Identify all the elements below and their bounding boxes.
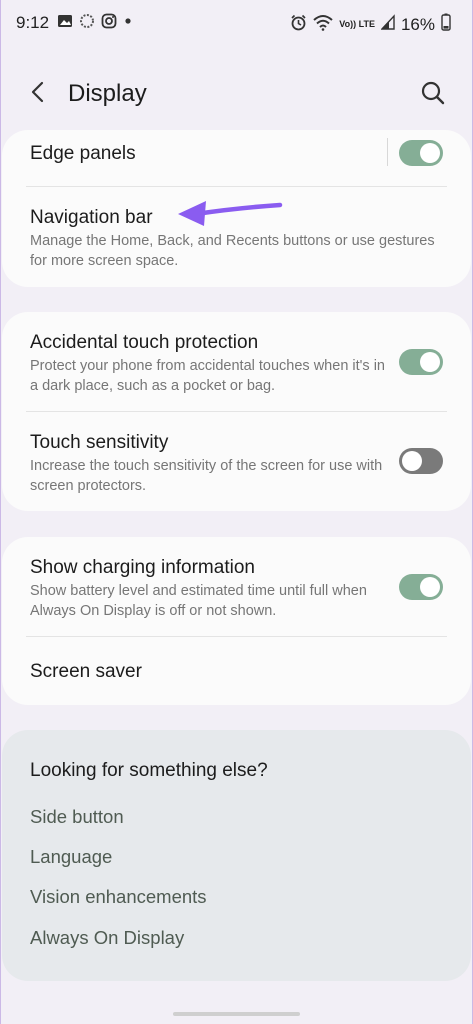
back-button[interactable] <box>24 78 52 106</box>
signal-icon <box>380 14 395 35</box>
charging-info-description: Show battery level and estimated time un… <box>30 583 367 619</box>
back-arrow-icon <box>31 81 44 103</box>
gallery-icon <box>57 13 73 34</box>
charging-info-toggle[interactable] <box>399 574 443 600</box>
suggestion-link-language[interactable]: Language <box>30 846 112 868</box>
touch-sensitivity-title: Touch sensitivity <box>30 432 169 453</box>
accidental-touch-row[interactable]: Accidental touch protection Protect your… <box>2 312 471 411</box>
touch-sensitivity-toggle[interactable] <box>399 448 443 474</box>
alarm-icon <box>290 14 307 36</box>
edge-panels-title: Edge panels <box>30 143 136 164</box>
page-title: Display <box>68 80 147 107</box>
suggestion-link-always-on-display[interactable]: Always On Display <box>30 927 184 949</box>
app-header: Display <box>0 60 473 124</box>
screen-saver-row[interactable]: Screen saver <box>2 637 471 705</box>
suggestion-link-vision-enhancements[interactable]: Vision enhancements <box>30 886 207 908</box>
status-bar: 9:12 Vo)) LTE 16% <box>0 0 473 44</box>
suggestions-title: Looking for something else? <box>30 760 268 781</box>
status-time: 9:12 <box>16 13 50 32</box>
suggestion-link-side-button[interactable]: Side button <box>30 806 124 828</box>
battery-percent: 16% <box>400 14 435 34</box>
edge-panels-toggle[interactable] <box>399 140 443 166</box>
edge-panels-row[interactable]: Edge panels <box>2 130 471 186</box>
accidental-touch-description: Protect your phone from accidental touch… <box>30 358 385 394</box>
row-separator <box>387 138 388 166</box>
notification-dot-icon <box>123 13 133 34</box>
accidental-touch-title: Accidental touch protection <box>30 332 259 353</box>
charging-info-row[interactable]: Show charging information Show battery l… <box>2 537 471 636</box>
settings-card-3: Show charging information Show battery l… <box>2 537 471 705</box>
loading-icon <box>79 13 95 34</box>
suggestions-card: Looking for something else? Side button … <box>2 730 471 981</box>
accidental-touch-toggle[interactable] <box>399 349 443 375</box>
touch-sensitivity-row[interactable]: Touch sensitivity Increase the touch sen… <box>2 412 471 511</box>
battery-icon <box>441 13 451 36</box>
search-icon <box>421 81 445 105</box>
home-indicator[interactable] <box>173 1012 300 1016</box>
settings-card-2: Accidental touch protection Protect your… <box>2 312 471 511</box>
search-button[interactable] <box>418 78 448 108</box>
screen-saver-title: Screen saver <box>30 661 142 682</box>
touch-sensitivity-description: Increase the touch sensitivity of the sc… <box>30 458 383 494</box>
navigation-bar-title: Navigation bar <box>30 207 153 228</box>
charging-info-title: Show charging information <box>30 557 255 578</box>
navigation-bar-description: Manage the Home, Back, and Recents butto… <box>30 233 435 269</box>
wifi-icon <box>313 14 333 36</box>
volte-icon: Vo)) LTE <box>339 19 375 29</box>
annotation-arrow-icon <box>178 201 283 226</box>
instagram-icon <box>101 13 117 34</box>
